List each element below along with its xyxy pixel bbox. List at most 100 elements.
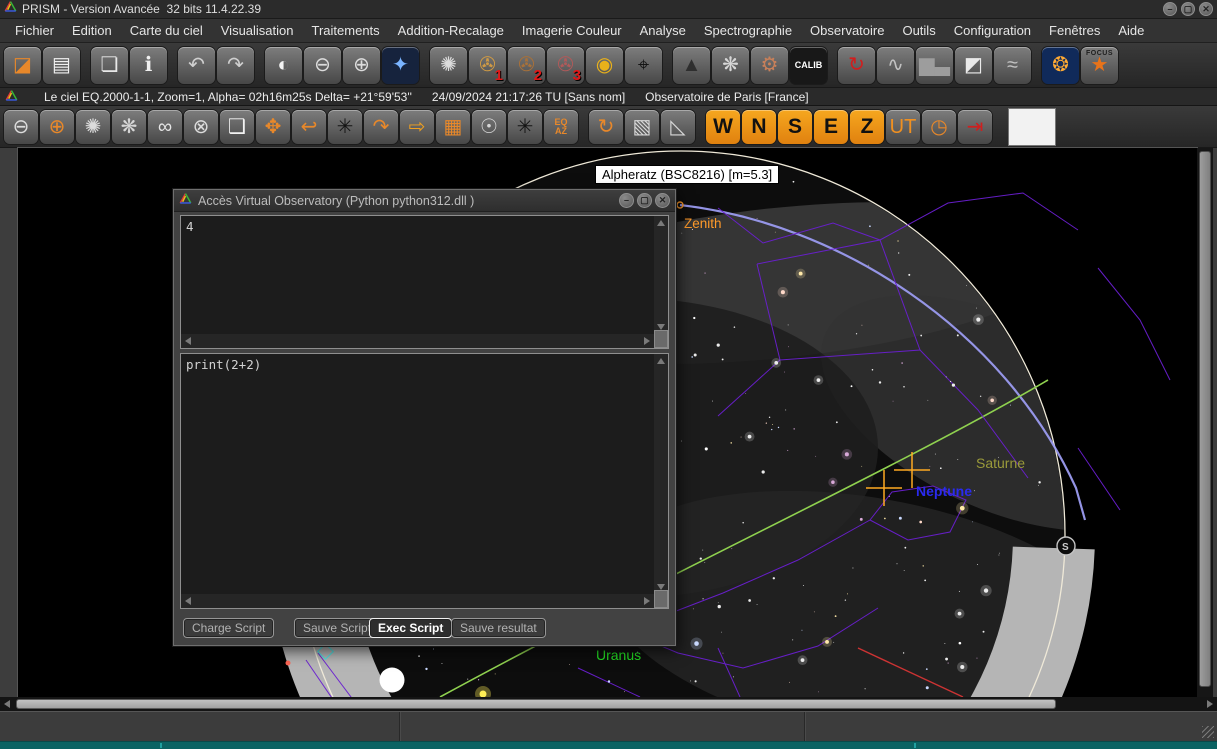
menu-imagerie-couleur[interactable]: Imagerie Couleur	[513, 20, 631, 41]
telescope-button[interactable]: ⌖	[625, 47, 662, 84]
menu-addition-recalage[interactable]: Addition-Recalage	[389, 20, 513, 41]
no-display-button[interactable]: ⊗	[184, 110, 218, 144]
focus-button[interactable]: FOCUS★	[1081, 47, 1118, 84]
step-arrow-button[interactable]: ⇨	[400, 110, 434, 144]
sauve-script-button[interactable]: Sauve Script	[294, 618, 380, 638]
astrometry-button[interactable]: ❂	[1042, 47, 1079, 84]
menu-configuration[interactable]: Configuration	[945, 20, 1040, 41]
cardinal-w-button[interactable]: W	[706, 110, 740, 144]
dialog-close-button[interactable]: ✕	[655, 193, 670, 208]
info-button[interactable]: ℹ	[130, 47, 167, 84]
map-vertical-scrollbar[interactable]	[1197, 148, 1213, 697]
universal-time-button[interactable]: UT	[886, 110, 920, 144]
reduce-view-button[interactable]: ✳	[328, 110, 362, 144]
print-button[interactable]: ❑	[220, 110, 254, 144]
dialog-minimize-button[interactable]: –	[619, 193, 634, 208]
vo-output-hscrollbar[interactable]	[181, 334, 654, 348]
vertical-scroll-thumb[interactable]	[1199, 151, 1211, 687]
solar-system-button[interactable]: ☉	[472, 110, 506, 144]
menu-fen-tres[interactable]: Fenêtres	[1040, 20, 1109, 41]
flip-arrow-button[interactable]: ↩	[292, 110, 326, 144]
sky-map[interactable]: ZenithSaturneNeptuneUranusS Alpheratz (B…	[18, 148, 1197, 697]
contrast-button[interactable]: ◐	[265, 47, 302, 84]
camera-2-button[interactable]: ✇2	[508, 47, 545, 84]
scroll-right-icon[interactable]	[1207, 700, 1213, 708]
scroll-right-icon[interactable]	[644, 337, 650, 345]
filter-wheel-button[interactable]: ◉	[586, 47, 623, 84]
menu-fichier[interactable]: Fichier	[6, 20, 63, 41]
map-horizontal-scrollbar[interactable]	[0, 697, 1217, 711]
menu-spectrographie[interactable]: Spectrographie	[695, 20, 801, 41]
sauve-resultat-button[interactable]: Sauve resultat	[451, 618, 546, 638]
resize-arrows-button[interactable]: ✥	[256, 110, 290, 144]
star-sphere-button[interactable]: ❋	[712, 47, 749, 84]
profile-graph-button[interactable]: ≈	[994, 47, 1031, 84]
minimize-button[interactable]: –	[1163, 2, 1177, 16]
tools-wrench-button[interactable]: ⚙	[751, 47, 788, 84]
resize-grip[interactable]	[1202, 726, 1214, 738]
cardinal-s-button[interactable]: S	[778, 110, 812, 144]
sky-flat-wheel-button[interactable]: ✺	[76, 110, 110, 144]
color-swatch[interactable]	[1009, 109, 1055, 145]
histogram-3d-button[interactable]: ▆▃	[916, 47, 953, 84]
clock-button[interactable]: ◷	[922, 110, 956, 144]
sky-star-sphere-button[interactable]: ❋	[112, 110, 146, 144]
menu-traitements[interactable]: Traitements	[303, 20, 389, 41]
cardinal-n-button[interactable]: N	[742, 110, 776, 144]
cardinal-z-button[interactable]: Z	[850, 110, 884, 144]
calibration-button[interactable]: CALIB	[790, 47, 827, 84]
menu-edition[interactable]: Edition	[63, 20, 121, 41]
blink-button[interactable]: ↻	[838, 47, 875, 84]
menu-visualisation[interactable]: Visualisation	[212, 20, 303, 41]
scroll-right-icon[interactable]	[644, 597, 650, 605]
psf-cone-button[interactable]: ▲	[673, 47, 710, 84]
sky-zoom-out-button[interactable]: ⊖	[4, 110, 38, 144]
reduce-view-2-button[interactable]: ✳	[508, 110, 542, 144]
menu-carte-du-ciel[interactable]: Carte du ciel	[121, 20, 212, 41]
dialog-maximize-button[interactable]: ▢	[637, 193, 652, 208]
vo-output-area[interactable]: 4	[180, 215, 669, 349]
menu-observatoire[interactable]: Observatoire	[801, 20, 893, 41]
menu-aide[interactable]: Aide	[1109, 20, 1153, 41]
camera-1-button[interactable]: ✇1	[469, 47, 506, 84]
vo-script-input-area[interactable]: print(2+2)	[180, 353, 669, 609]
negative-button[interactable]: ◩	[955, 47, 992, 84]
rotate-field-button[interactable]: ↻	[589, 110, 623, 144]
horizontal-scroll-thumb[interactable]	[16, 699, 1056, 709]
scroll-up-icon[interactable]	[657, 220, 665, 226]
vo-output-vscrollbar[interactable]	[654, 216, 668, 334]
scroll-left-icon[interactable]	[185, 597, 191, 605]
measure-ruler-button[interactable]: ◺	[661, 110, 695, 144]
flat-wheel-button[interactable]: ✺	[430, 47, 467, 84]
save-image-button[interactable]: ▤	[43, 47, 80, 84]
maximize-button[interactable]: ▢	[1181, 2, 1195, 16]
open-image-button[interactable]: ◪	[4, 47, 41, 84]
vo-dialog-titlebar[interactable]: Accès Virtual Observatory (Python python…	[174, 190, 675, 212]
undo-button[interactable]: ↶	[178, 47, 215, 84]
vo-input-vscrollbar[interactable]	[654, 354, 668, 594]
camera-3-button[interactable]: ✇3	[547, 47, 584, 84]
binoculars-button[interactable]: ∞	[148, 110, 182, 144]
image-preview-button[interactable]: ✦	[382, 47, 419, 84]
menu-analyse[interactable]: Analyse	[631, 20, 695, 41]
sky-zoom-in-button[interactable]: ⊕	[40, 110, 74, 144]
ephemeris-table-button[interactable]: ▦	[436, 110, 470, 144]
charge-script-button[interactable]: Charge Script	[183, 618, 274, 638]
cardinal-e-button[interactable]: E	[814, 110, 848, 144]
curve-button[interactable]: ∿	[877, 47, 914, 84]
vo-output-scroll-corner[interactable]	[654, 330, 668, 348]
close-button[interactable]: ✕	[1199, 2, 1213, 16]
eq-az-toggle-button[interactable]: EQ AZ	[544, 110, 578, 144]
scroll-up-icon[interactable]	[657, 358, 665, 364]
menu-outils[interactable]: Outils	[893, 20, 944, 41]
zoom-in-button[interactable]: ⊕	[343, 47, 380, 84]
scroll-left-icon[interactable]	[185, 337, 191, 345]
exec-script-button[interactable]: Exec Script	[369, 618, 452, 638]
rotate-arrow-button[interactable]: ↷	[364, 110, 398, 144]
select-region-button[interactable]: ▧	[625, 110, 659, 144]
vo-input-hscrollbar[interactable]	[181, 594, 654, 608]
image-search-button[interactable]: ❏	[91, 47, 128, 84]
redo-button[interactable]: ↷	[217, 47, 254, 84]
exit-chart-button[interactable]: ⇥	[958, 110, 992, 144]
scroll-left-icon[interactable]	[4, 700, 10, 708]
